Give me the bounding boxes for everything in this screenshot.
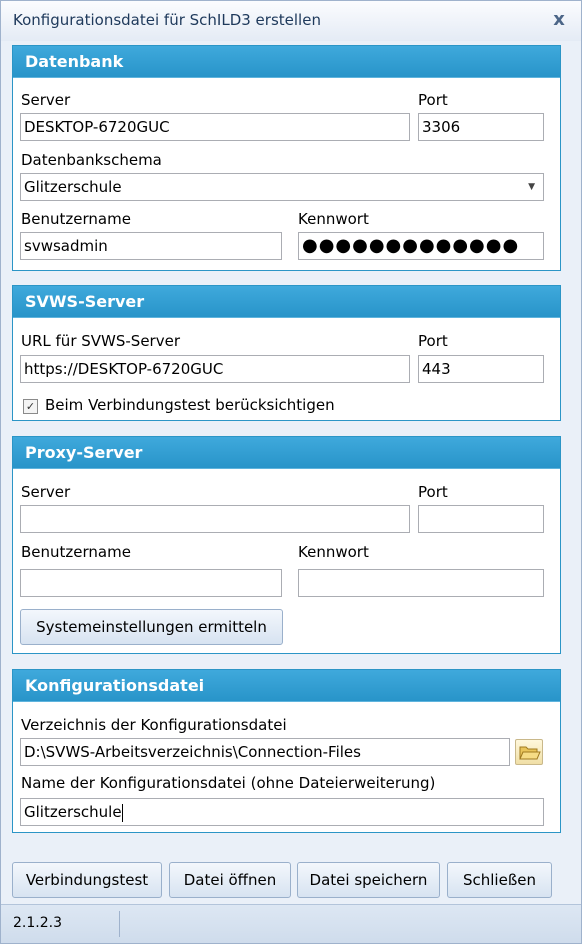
checkmark-icon: ✓ (25, 400, 36, 413)
konfig-name-input[interactable]: Glitzerschule (20, 798, 544, 826)
test-connection-button[interactable]: Verbindungstest (12, 862, 162, 898)
status-divider (119, 911, 120, 937)
proxy-server-input[interactable] (20, 505, 410, 533)
window-title: Konfigurationsdatei für SchILD3 erstelle… (13, 11, 321, 29)
svws-group: SVWS-Server URL für SVWS-Server https://… (12, 285, 561, 421)
db-password-input[interactable]: ●●●●●●●●●●●●● (298, 232, 544, 260)
close-icon[interactable]: x (547, 8, 571, 32)
version-label: 2.1.2.3 (13, 915, 62, 931)
db-user-input[interactable]: svwsadmin (20, 232, 282, 260)
db-server-label: Server (21, 91, 71, 109)
db-schema-value: Glitzerschule (24, 178, 122, 196)
konfig-name-label: Name der Konfigurationsdatei (ohne Datei… (21, 774, 436, 792)
title-bar: Konfigurationsdatei für SchILD3 erstelle… (1, 1, 581, 41)
datenbank-header: Datenbank (13, 46, 560, 78)
konfig-name-value: Glitzerschule (24, 803, 122, 821)
konfig-dir-label: Verzeichnis der Konfigurationsdatei (21, 716, 287, 734)
detect-settings-button[interactable]: Systemeinstellungen ermitteln (20, 609, 283, 645)
svws-test-checkbox[interactable]: ✓ (23, 399, 38, 414)
close-button[interactable]: Schließen (447, 862, 552, 898)
proxy-server-label: Server (21, 483, 71, 501)
status-bar: 2.1.2.3 (1, 904, 581, 943)
db-password-label: Kennwort (298, 210, 369, 228)
svws-url-input[interactable]: https://DESKTOP-6720GUC (20, 355, 410, 383)
db-port-input[interactable]: 3306 (418, 113, 544, 141)
svws-url-label: URL für SVWS-Server (21, 332, 180, 350)
proxy-user-label: Benutzername (21, 543, 131, 561)
proxy-password-label: Kennwort (298, 543, 369, 561)
svws-header: SVWS-Server (13, 286, 560, 318)
proxy-user-input[interactable] (20, 569, 282, 597)
config-dialog: Konfigurationsdatei für SchILD3 erstelle… (0, 0, 582, 944)
svws-test-label: Beim Verbindungstest berücksichtigen (45, 396, 335, 414)
proxy-header: Proxy-Server (13, 437, 560, 469)
svws-port-label: Port (418, 332, 448, 350)
db-server-input[interactable]: DESKTOP-6720GUC (20, 113, 410, 141)
db-schema-label: Datenbankschema (21, 151, 162, 169)
konfig-group: Konfigurationsdatei Verzeichnis der Konf… (12, 669, 561, 833)
db-schema-select[interactable]: Glitzerschule ▼ (20, 173, 544, 201)
konfig-dir-input[interactable]: D:\SVWS-Arbeitsverzeichnis\Connection-Fi… (20, 738, 510, 766)
proxy-port-label: Port (418, 483, 448, 501)
svws-port-input[interactable]: 443 (418, 355, 544, 383)
folder-open-icon[interactable] (515, 739, 543, 765)
text-cursor (121, 803, 123, 822)
chevron-down-icon[interactable]: ▼ (528, 174, 535, 200)
open-file-button[interactable]: Datei öffnen (169, 862, 291, 898)
save-file-button[interactable]: Datei speichern (297, 862, 440, 898)
proxy-port-input[interactable] (418, 505, 544, 533)
datenbank-group: Datenbank Server DESKTOP-6720GUC Port 33… (12, 45, 561, 271)
proxy-password-input[interactable] (298, 569, 544, 597)
db-user-label: Benutzername (21, 210, 131, 228)
konfig-header: Konfigurationsdatei (13, 670, 560, 702)
db-port-label: Port (418, 91, 448, 109)
proxy-group: Proxy-Server Server Port Benutzername Ke… (12, 436, 561, 654)
